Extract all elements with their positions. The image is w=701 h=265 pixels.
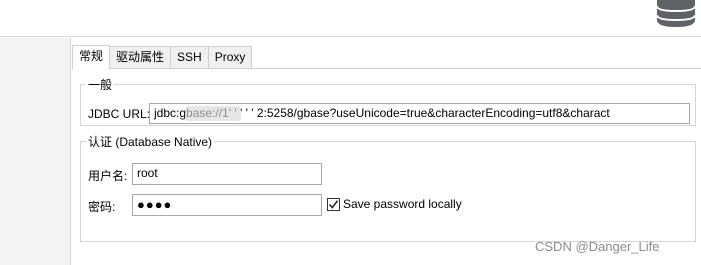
save-password-label[interactable]: Save password locally <box>343 197 462 211</box>
password-input[interactable]: ●●●● <box>132 194 322 216</box>
tab-bar: 常规 驱动属性 SSH Proxy <box>72 45 253 70</box>
connection-settings-panel: 常规 驱动属性 SSH Proxy 一般 JDBC URL: jdbc:gbas… <box>72 38 701 265</box>
left-panel <box>0 38 71 265</box>
tab-general[interactable]: 常规 <box>72 45 111 70</box>
tab-content-general: 一般 JDBC URL: jdbc:gbase://1' ' ' ' ' 2:5… <box>72 68 701 265</box>
general-group-title: 一般 <box>88 78 113 92</box>
tab-driver-properties[interactable]: 驱动属性 <box>110 46 172 69</box>
password-label: 密码: <box>88 200 116 214</box>
checkmark-icon <box>328 200 339 209</box>
redacted-host-blur <box>185 106 241 121</box>
authentication-group: 认证 (Database Native) 用户名: root 密码: ●●●● … <box>80 133 696 242</box>
jdbc-url-label: JDBC URL: <box>88 107 151 121</box>
authentication-group-title: 认证 (Database Native) <box>88 135 213 149</box>
general-group: 一般 JDBC URL: jdbc:gbase://1' ' ' ' ' 2:5… <box>80 76 696 126</box>
tab-proxy[interactable]: Proxy <box>208 46 253 69</box>
username-input[interactable]: root <box>132 163 322 185</box>
watermark-text: CSDN @Danger_Life <box>535 239 660 254</box>
save-password-checkbox[interactable] <box>327 198 340 211</box>
database-icon <box>656 0 696 27</box>
username-label: 用户名: <box>88 169 128 183</box>
tab-ssh[interactable]: SSH <box>171 46 209 69</box>
top-header-area <box>0 0 701 37</box>
